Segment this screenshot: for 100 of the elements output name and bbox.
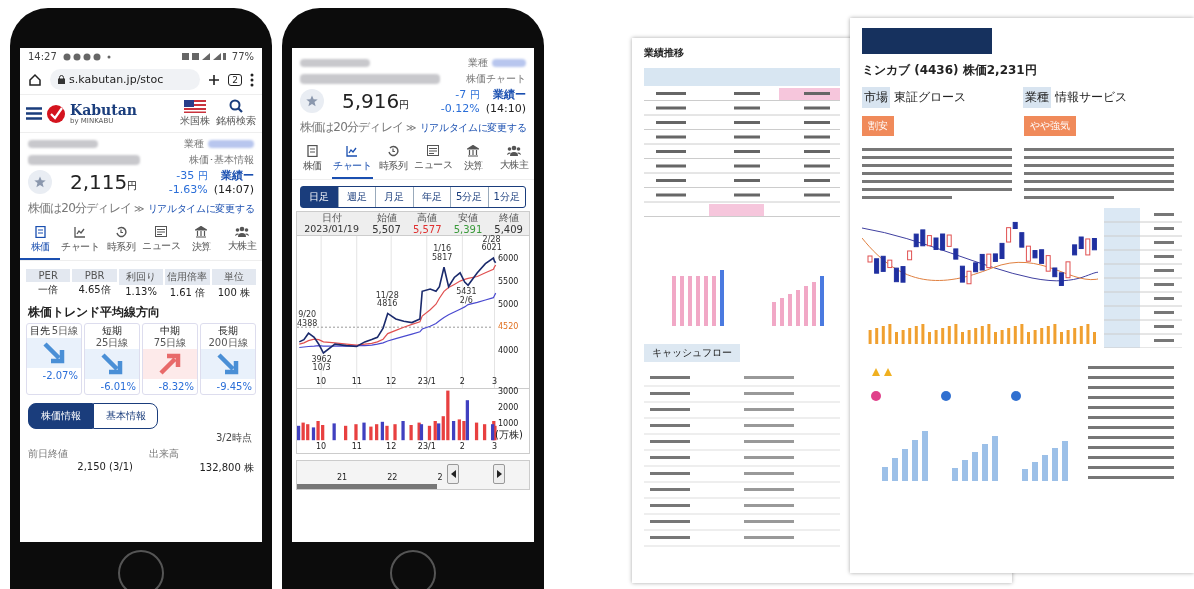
logo-mark-icon — [46, 103, 66, 124]
volume-bar — [994, 332, 997, 344]
period-tab[interactable]: 年足 — [412, 187, 450, 207]
line-chart-icon — [346, 145, 359, 157]
segment-tab[interactable]: 基本情報 — [93, 403, 158, 429]
price-change: -7 円 — [455, 87, 480, 102]
nav-tab[interactable]: チャート — [332, 141, 373, 179]
stock-search-link[interactable]: 銘柄検索 — [216, 99, 256, 128]
realtime-link[interactable]: リアルタイムに変更する — [147, 201, 255, 216]
bar — [680, 276, 684, 326]
chart-annotation: 3962 10/3 — [311, 355, 332, 373]
address-bar[interactable]: s.kabutan.jp/stoc — [50, 69, 201, 90]
nav-tab[interactable]: 株価 — [20, 222, 61, 260]
average-line-label: 5日線 — [51, 325, 79, 337]
period-tab[interactable]: 5分足 — [450, 187, 488, 207]
metric-label: 信用倍率 — [165, 269, 210, 285]
volume-bar — [409, 425, 413, 441]
update-time: (14:10) — [485, 102, 526, 115]
nav-tab[interactable]: チャート — [60, 222, 101, 260]
star-icon — [34, 176, 46, 188]
favorite-button[interactable] — [300, 89, 324, 113]
realtime-link[interactable]: リアルタイムに変更する — [419, 120, 527, 135]
nav-tab[interactable]: ニュース — [141, 222, 182, 260]
volume-bar — [875, 328, 879, 344]
home-button[interactable] — [390, 550, 436, 589]
volume-bar — [1093, 332, 1096, 344]
range-handle[interactable] — [447, 464, 459, 484]
chart-annotation: 11/28 4816 — [375, 291, 399, 309]
average-line-label: 25日線 — [95, 336, 129, 348]
trend-label: 短期 — [102, 325, 122, 337]
volume-bar — [1000, 330, 1004, 344]
range-handle[interactable] — [493, 464, 505, 484]
ohlc-label: 高値 — [417, 212, 438, 224]
bar — [796, 290, 800, 326]
chart-annotation: 2/28 6021 — [481, 236, 502, 253]
nav-tab[interactable]: 株価 — [292, 141, 333, 179]
stat-label: 出来高 — [149, 447, 180, 461]
page-label: 株価チャート — [466, 72, 526, 86]
scrollbar[interactable] — [297, 484, 437, 489]
bank-icon — [467, 145, 480, 157]
nav-tab[interactable]: ニュース — [413, 141, 454, 179]
volume-bar — [881, 326, 885, 344]
battery-level: 77% — [231, 51, 254, 62]
bar — [672, 276, 676, 326]
volume-bar — [393, 424, 397, 441]
bar — [962, 460, 968, 481]
report-title: ミンカブ (4436) 株価2,231円 — [862, 62, 1038, 79]
chevron-icon: ≫ — [406, 122, 417, 133]
bar — [952, 468, 958, 481]
trend-value: -8.32% — [157, 380, 195, 394]
home-icon[interactable] — [28, 72, 42, 87]
range-navigator[interactable]: 21 22 2 — [296, 460, 530, 490]
segment-tab[interactable]: 株価情報 — [28, 403, 93, 429]
volume-bar — [1020, 324, 1024, 344]
volume-bar — [369, 426, 373, 441]
volume-bar — [1086, 324, 1090, 344]
period-tab[interactable]: 日足 — [301, 187, 338, 207]
volume-axis-label: 2000 — [498, 404, 519, 413]
trend-label: 長期 — [218, 325, 238, 337]
favorite-button[interactable] — [28, 170, 52, 194]
ohlc-label: 終値 — [498, 212, 519, 224]
volume-axis-label: 1000 — [498, 420, 519, 429]
down-arrow-icon — [100, 352, 124, 376]
year-label: 22 — [387, 473, 398, 482]
trend-value: -9.45% — [215, 380, 253, 394]
results-link[interactable]: 業績ー — [221, 168, 254, 183]
volume-bar — [1079, 326, 1083, 344]
period-tab[interactable]: 月足 — [375, 187, 413, 207]
bar — [1062, 441, 1068, 481]
nav-tab[interactable]: 決算 — [181, 222, 222, 260]
signal-icons — [181, 52, 226, 61]
delay-note: 株価は20分ディレイ — [299, 119, 404, 136]
nav-tab[interactable]: 時系列 — [100, 222, 141, 260]
results-link[interactable]: 業績ー — [493, 87, 526, 102]
down-arrow-icon — [216, 352, 240, 376]
volume-bar — [934, 330, 938, 344]
year-label: 21 — [337, 473, 348, 482]
period-tab[interactable]: 週足 — [337, 187, 375, 207]
nav-tab[interactable]: 大株主 — [493, 141, 534, 179]
home-button[interactable] — [118, 550, 164, 589]
us-stocks-link[interactable]: 米国株 — [180, 99, 210, 128]
history-icon — [114, 226, 127, 238]
nav-tab[interactable]: 時系列 — [372, 141, 413, 179]
period-tab[interactable]: 1分足 — [487, 187, 525, 207]
star-icons — [872, 368, 892, 376]
tab-count-button[interactable]: 2 — [228, 73, 242, 86]
volume-bar — [1046, 326, 1050, 344]
volume-bar — [1066, 330, 1070, 344]
volume-bar — [868, 330, 872, 344]
nav-tab[interactable]: 大株主 — [221, 222, 262, 260]
nav-tab[interactable]: 決算 — [453, 141, 494, 179]
section-title: 株価トレンド平均線方向 — [27, 304, 161, 321]
volume-bar — [888, 324, 892, 344]
volume-bar — [1033, 330, 1037, 344]
bar — [1042, 455, 1048, 481]
chart-annotation: 5431 2/6 — [456, 288, 477, 305]
volume-bar — [967, 330, 971, 344]
more-menu-icon[interactable] — [250, 72, 254, 87]
menu-icon[interactable] — [26, 107, 42, 120]
plus-icon[interactable] — [208, 73, 221, 86]
